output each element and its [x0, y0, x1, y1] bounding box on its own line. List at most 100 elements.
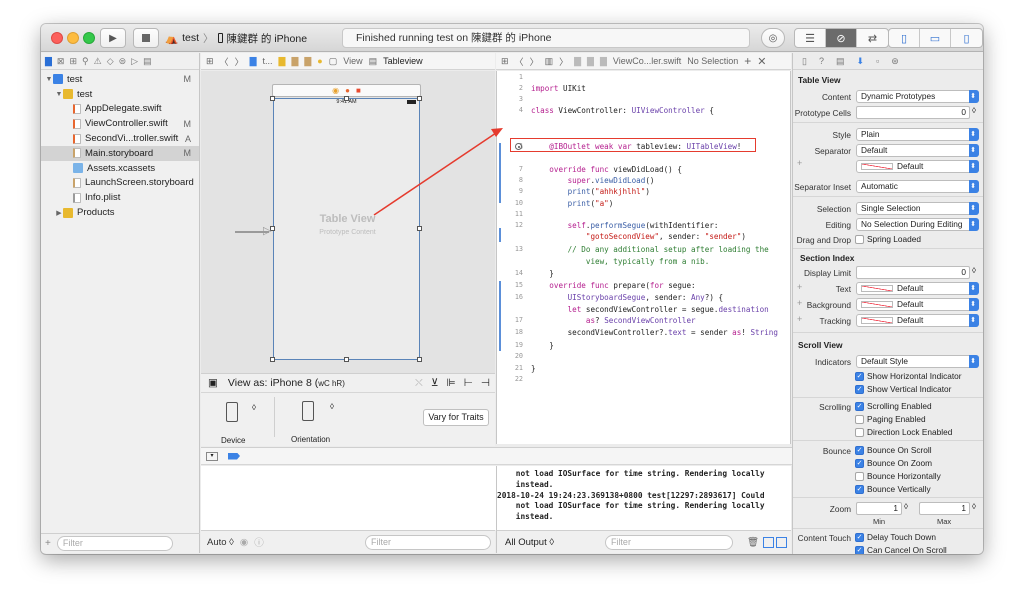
background-color-popup[interactable]: Default ⬍: [856, 298, 979, 311]
console-filter-input[interactable]: Filter: [604, 534, 733, 550]
show-vertical-checkbox[interactable]: ✓ Show Vertical Indicator: [855, 384, 951, 394]
resize-handle[interactable]: [417, 96, 422, 101]
bounce-horizontally-checkbox[interactable]: Bounce Horizontally: [855, 471, 941, 481]
jump-view[interactable]: View: [343, 56, 362, 66]
file-tree-row[interactable]: ▼ test: [41, 87, 199, 102]
file-tree-row[interactable]: ▼ test M: [41, 72, 199, 87]
back-icon[interactable]: 〈: [220, 55, 229, 68]
minimize-window-button[interactable]: [67, 32, 79, 44]
identity-icon[interactable]: ▤: [836, 56, 845, 67]
zoom-max-stepper-icon[interactable]: ◊: [972, 502, 976, 511]
device-stepper-icon[interactable]: ◊: [252, 403, 256, 412]
grid-icon[interactable]: ⊞: [501, 56, 509, 67]
content-popup[interactable]: Dynamic Prototypes ⬍: [856, 90, 979, 103]
selection-popup[interactable]: Single Selection ⬍: [856, 202, 979, 215]
version-editor-button[interactable]: ⇄: [857, 29, 888, 47]
assistant-editor-button[interactable]: ⊘: [826, 29, 857, 47]
test-icon[interactable]: ◇: [107, 56, 114, 67]
variables-filter-input[interactable]: Filter: [365, 534, 491, 550]
add-icon[interactable]: +: [45, 538, 51, 549]
orientation-selector[interactable]: [302, 401, 314, 421]
zoom-max-field[interactable]: 1: [919, 502, 970, 515]
orientation-stepper-icon[interactable]: ◊: [330, 402, 334, 411]
bounce-vertically-checkbox[interactable]: ✓ Bounce Vertically: [855, 484, 931, 494]
attributes-icon[interactable]: ⬇: [856, 56, 864, 67]
paging-enabled-checkbox[interactable]: Paging Enabled: [855, 414, 926, 424]
debug-toggle-button[interactable]: ▭: [920, 29, 951, 47]
separator-inset-popup[interactable]: Automatic ⬍: [856, 180, 979, 193]
display-limit-stepper-icon[interactable]: ◊: [972, 266, 976, 275]
close-editor-icon[interactable]: ✕: [757, 55, 766, 68]
debug-icon[interactable]: ⊜: [119, 56, 127, 67]
library-button[interactable]: ◎: [761, 28, 785, 48]
stop-button[interactable]: [133, 28, 159, 48]
jump-tableview[interactable]: Tableview: [383, 56, 423, 66]
bounce-on-zoom-checkbox[interactable]: ✓ Bounce On Zoom: [855, 458, 932, 468]
file-tree-row[interactable]: Main.storyboard M: [41, 145, 199, 161]
source-editor[interactable]: 12345678910111213141516171819202122 impo…: [496, 71, 791, 444]
file-tree-row[interactable]: Info.plist: [41, 190, 199, 205]
show-horizontal-checkbox[interactable]: ✓ Show Horizontal Indicator: [855, 371, 962, 381]
report-icon[interactable]: ▤: [143, 56, 152, 67]
close-window-button[interactable]: [51, 32, 63, 44]
info-icon[interactable]: ⓘ: [254, 535, 264, 549]
view-controller-icon[interactable]: ◉: [332, 86, 339, 95]
resize-handle[interactable]: [344, 96, 349, 101]
search-icon[interactable]: ⚲: [82, 56, 89, 67]
jump-selection[interactable]: No Selection: [687, 56, 738, 66]
forward-icon[interactable]: 〉: [530, 55, 539, 68]
run-button[interactable]: ▶: [100, 28, 126, 48]
zoom-window-button[interactable]: [83, 32, 95, 44]
breakpoints-toggle-icon[interactable]: [228, 452, 240, 460]
document-outline-icon[interactable]: ▣: [208, 377, 218, 389]
add-editor-icon[interactable]: +: [744, 54, 751, 68]
indicators-popup[interactable]: Default Style ⬍: [856, 355, 979, 368]
file-tree-row[interactable]: SecondVi...troller.swift A: [41, 131, 199, 146]
disclosure-closed-icon[interactable]: ▶: [55, 209, 63, 217]
warning-icon[interactable]: ⚠: [94, 56, 102, 67]
forward-icon[interactable]: 〉: [235, 55, 244, 68]
pin-icon[interactable]: ⊢: [464, 377, 473, 389]
tracking-color-popup[interactable]: Default ⬍: [856, 314, 979, 327]
eye-icon[interactable]: ◉: [240, 537, 248, 548]
vary-for-traits-button[interactable]: Vary for Traits: [423, 409, 489, 426]
trash-icon[interactable]: 🗑: [747, 537, 759, 548]
standard-editor-button[interactable]: ☰: [795, 29, 826, 47]
folder-icon[interactable]: ▇: [45, 56, 52, 67]
size-icon[interactable]: ▫: [876, 56, 879, 66]
editing-popup[interactable]: No Selection During Editing ⬍: [856, 218, 979, 231]
help-icon[interactable]: ?: [819, 56, 824, 66]
file-inspector-icon[interactable]: ▯: [802, 56, 807, 67]
resize-handle[interactable]: [270, 357, 275, 362]
resize-handle[interactable]: [270, 96, 275, 101]
output-selector[interactable]: All Output ◊: [505, 537, 554, 548]
resize-handle[interactable]: [344, 357, 349, 362]
update-frames-icon[interactable]: ⛌: [415, 377, 423, 390]
split-console-icon[interactable]: [776, 536, 787, 548]
zoom-min-field[interactable]: 1: [856, 502, 902, 515]
display-limit-field[interactable]: 0: [856, 266, 970, 279]
spring-loaded-checkbox[interactable]: Spring Loaded: [855, 234, 921, 244]
grid-icon[interactable]: ⊞: [206, 56, 214, 67]
align-icon[interactable]: ⊫: [447, 377, 456, 389]
file-tree-row[interactable]: LaunchScreen.storyboard: [41, 176, 199, 191]
text-color-popup[interactable]: Default ⬍: [856, 282, 979, 295]
jump-file[interactable]: ViewCo...ler.swift: [613, 56, 681, 66]
resolve-icon[interactable]: ⊣: [481, 377, 490, 389]
source-control-icon[interactable]: ⊠: [57, 56, 65, 67]
bounce-on-scroll-checkbox[interactable]: ✓ Bounce On Scroll: [855, 445, 932, 455]
table-view[interactable]: 9:41 AM Table View Prototype Content: [273, 98, 420, 360]
jump-project[interactable]: t...: [263, 56, 273, 66]
add-variation-icon[interactable]: +: [797, 158, 802, 168]
navigator-toggle-button[interactable]: ▯: [889, 29, 920, 47]
storyboard-canvas[interactable]: ◉ ● ■ 9:41 AM Table View Prototype Conte…: [201, 71, 495, 373]
symbol-icon[interactable]: ⊞: [69, 56, 77, 67]
back-icon[interactable]: 〈: [515, 55, 524, 68]
hide-debug-icon[interactable]: ▾: [206, 451, 218, 461]
can-cancel-checkbox[interactable]: ✓ Can Cancel On Scroll: [855, 545, 947, 554]
prototype-stepper-icon[interactable]: ◊: [972, 106, 976, 115]
auto-selector[interactable]: Auto ◊: [207, 537, 234, 548]
navigator-filter-input[interactable]: Filter: [56, 536, 173, 551]
breakpoint-icon[interactable]: ▷: [131, 56, 138, 67]
delay-touch-checkbox[interactable]: ✓ Delay Touch Down: [855, 532, 936, 542]
